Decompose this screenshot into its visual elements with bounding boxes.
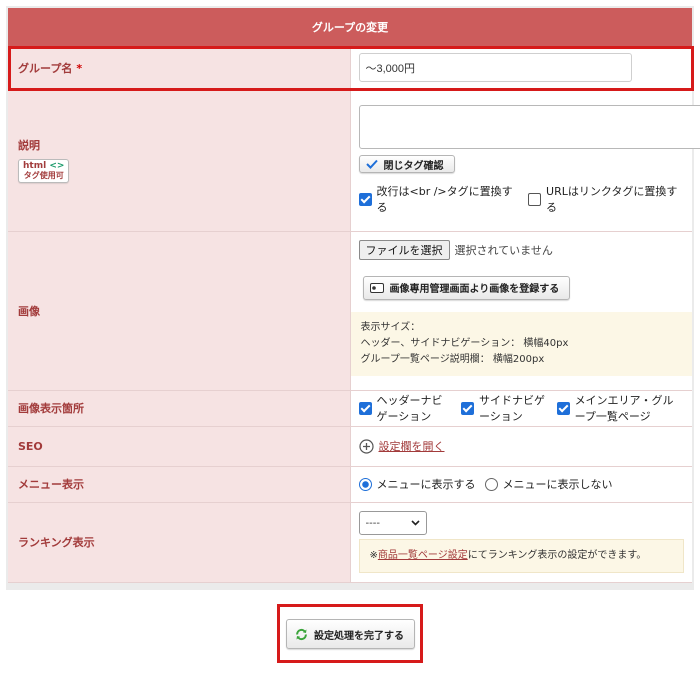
register-image-button[interactable]: 画像専用管理画面より画像を登録する <box>362 275 571 300</box>
ranking-note: ※商品一覧ページ設定にてランキング表示の設定ができます。 <box>358 539 684 573</box>
submit-button-wrapper: 設定処理を完了する <box>286 619 415 649</box>
group-edit-form: グループの変更 グループ名* 説明 html <> タグ使用可 閉じタグ確認 <box>8 8 700 583</box>
description-textarea[interactable] <box>358 105 700 149</box>
check-closing-tags-label: 閉じタグ確認 <box>383 160 444 172</box>
url-replace-label: URLはリンクタグに置換する <box>546 185 678 214</box>
plus-circle-icon[interactable] <box>358 438 374 454</box>
side-nav-label: サイドナビゲーション <box>478 394 545 423</box>
menu-value-cell: メニューに表示する メニューに表示しない <box>350 466 692 503</box>
group-edit-panel: グループの変更 グループ名* 説明 html <> タグ使用可 閉じタグ確認 <box>6 6 700 590</box>
menu-label-cell: メニュー表示 <box>8 466 351 503</box>
ranking-label: ランキング表示 <box>18 536 95 549</box>
ranking-select[interactable]: ---- <box>358 511 427 535</box>
menu-show-radio[interactable] <box>358 477 372 491</box>
ranking-value-cell: ---- ※商品一覧ページ設定にてランキング表示の設定ができます。 <box>350 502 692 583</box>
open-seo-settings-link[interactable]: 設定欄を開く <box>379 438 445 454</box>
main-area-checkbox[interactable] <box>556 401 570 415</box>
ranking-label-cell: ランキング表示 <box>8 502 351 583</box>
register-image-label: 画像専用管理画面より画像を登録する <box>389 284 560 295</box>
code-brackets-icon: <> <box>49 161 65 171</box>
side-nav-checkbox[interactable] <box>460 401 474 415</box>
seo-label-cell: SEO <box>8 426 351 467</box>
note-line-group: グループ一覧ページ説明欄： 横幅200px <box>360 353 545 365</box>
header-nav-checkbox[interactable] <box>358 401 372 415</box>
group-name-input[interactable] <box>358 53 632 82</box>
submit-button[interactable]: 設定処理を完了する <box>286 619 415 649</box>
group-name-value-cell <box>350 46 692 90</box>
form-title: グループの変更 <box>8 8 692 47</box>
seo-value-cell: 設定欄を開く <box>350 426 692 467</box>
seo-label: SEO <box>18 439 43 453</box>
chevron-down-icon <box>410 520 420 526</box>
ranking-note-suffix: にてランキング表示の設定ができます。 <box>467 550 647 561</box>
choose-file-button[interactable]: ファイルを選択 <box>358 239 450 260</box>
menu-hide-radio[interactable] <box>484 477 498 491</box>
image-size-note: 表示サイズ： ヘッダー、サイドナビゲーション： 横幅40px グループ一覧ページ… <box>350 311 692 376</box>
ranking-note-prefix: ※ <box>369 550 378 561</box>
check-closing-tags-button[interactable]: 閉じタグ確認 <box>358 155 455 173</box>
header-nav-label: ヘッダーナビゲーション <box>376 394 443 423</box>
html-badge-sub: タグ使用可 <box>23 171 64 180</box>
html-badge-text: html <box>23 161 47 171</box>
note-title: 表示サイズ： <box>360 321 421 333</box>
menu-hide-label: メニューに表示しない <box>502 478 613 491</box>
submit-button-label: 設定処理を完了する <box>314 630 404 642</box>
file-status-text: 選択されていません <box>454 243 553 257</box>
menu-label: メニュー表示 <box>18 478 84 491</box>
product-list-settings-link[interactable]: 商品一覧ページ設定 <box>378 550 468 561</box>
menu-show-label: メニューに表示する <box>376 478 476 491</box>
image-label-cell: 画像 <box>8 231 351 391</box>
group-name-label: グループ名 <box>18 61 73 75</box>
display-location-value-cell: ヘッダーナビゲーション サイドナビゲーション メインエリア・グループ一覧ページ <box>350 390 692 427</box>
br-replace-label: 改行は<br />タグに置換する <box>376 185 513 214</box>
display-location-label: 画像表示箇所 <box>18 402 84 415</box>
br-replace-checkbox[interactable] <box>358 192 372 206</box>
refresh-icon <box>296 628 307 640</box>
description-label: 説明 <box>18 139 40 152</box>
url-replace-checkbox[interactable] <box>528 192 542 206</box>
description-value-cell: 閉じタグ確認 改行は<br />タグに置換する URLはリンクタグに置換する <box>350 89 700 232</box>
required-mark: * <box>76 61 83 75</box>
checkmark-icon <box>365 159 378 169</box>
main-area-label: メインエリア・グループ一覧ページ <box>574 394 674 423</box>
image-label: 画像 <box>18 304 40 318</box>
description-label-cell: 説明 html <> タグ使用可 <box>8 89 351 232</box>
html-tag-badge: html <> タグ使用可 <box>18 159 70 183</box>
display-location-label-cell: 画像表示箇所 <box>8 390 351 427</box>
ranking-select-value: ---- <box>365 517 380 529</box>
image-value-cell: ファイルを選択 選択されていません 画像専用管理画面より画像を登録する 表示サイ… <box>350 231 692 391</box>
image-card-icon <box>369 282 384 293</box>
note-line-header: ヘッダー、サイドナビゲーション： 横幅40px <box>360 337 569 349</box>
group-name-label-cell: グループ名 * <box>8 46 351 90</box>
